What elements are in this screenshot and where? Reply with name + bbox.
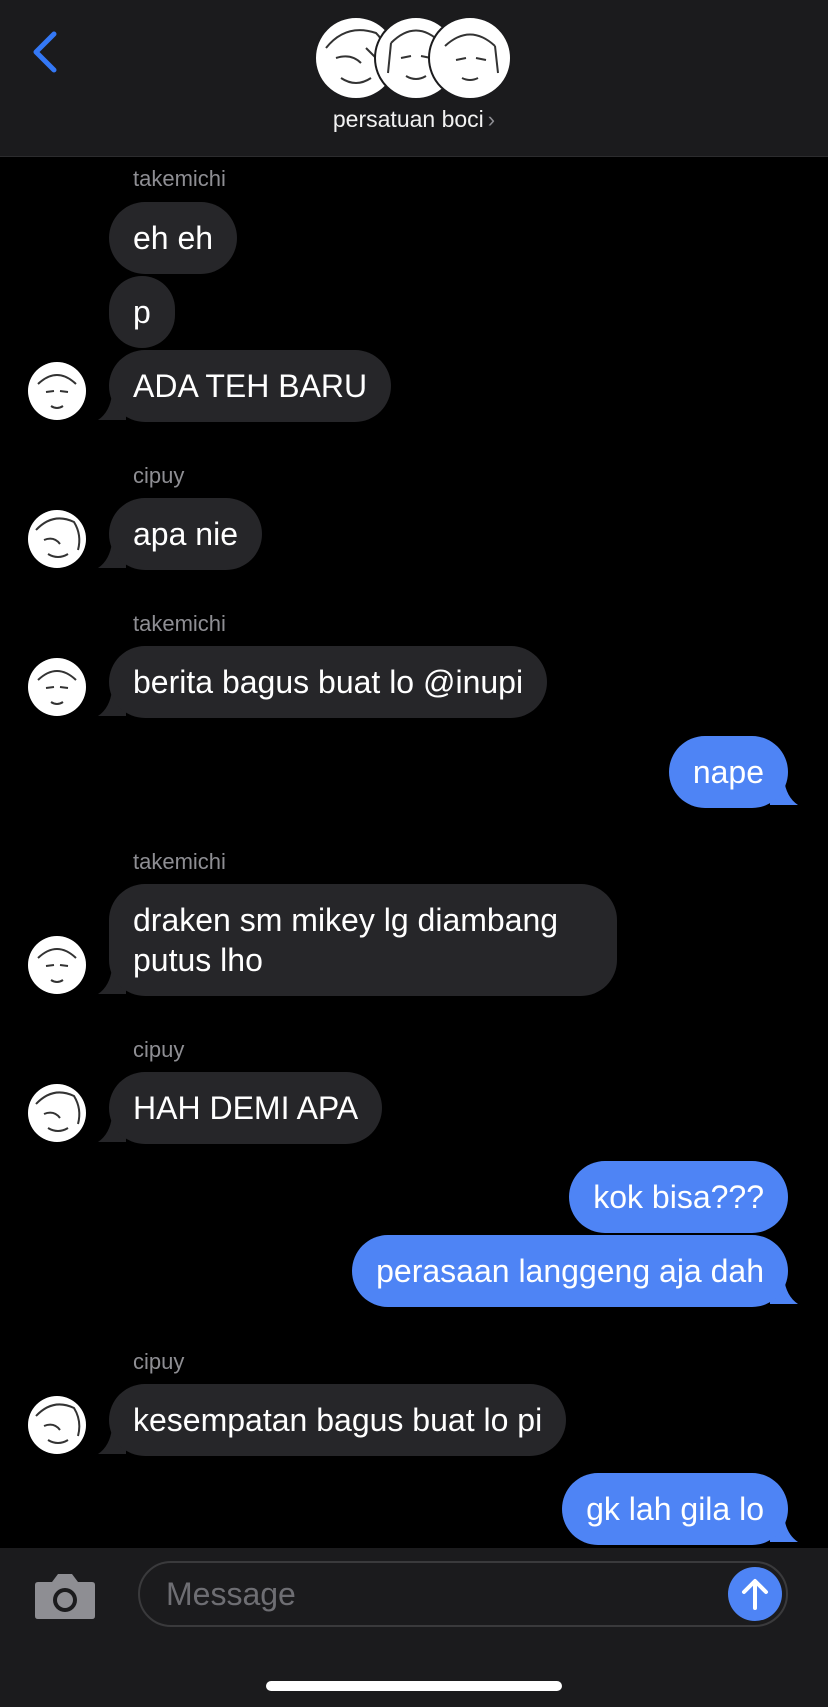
message-bubble-outgoing[interactable]: perasaan langgeng aja dah <box>352 1235 788 1307</box>
message-bubble-incoming[interactable]: p <box>109 276 175 348</box>
message-bubble-outgoing[interactable]: nape <box>668 736 788 808</box>
message-bubble-incoming[interactable]: eh eh <box>109 202 238 274</box>
sender-name: cipuy <box>133 1349 185 1374</box>
camera-icon <box>35 1574 95 1619</box>
message-bubble-outgoing[interactable]: kok bisa??? <box>569 1161 788 1233</box>
avatar <box>28 1396 86 1454</box>
avatar <box>28 1084 86 1142</box>
chat-header: persatuan boci › <box>0 0 828 157</box>
sender-name: takemichi <box>133 166 226 191</box>
message-input[interactable] <box>138 1561 788 1627</box>
message-bubble-incoming[interactable]: berita bagus buat lo @inupi <box>109 646 548 718</box>
arrow-up-icon <box>742 1579 768 1610</box>
home-indicator[interactable] <box>266 1681 562 1691</box>
avatar <box>28 658 86 716</box>
sender-name: cipuy <box>133 1037 185 1062</box>
send-button[interactable] <box>728 1567 782 1621</box>
avatar <box>28 510 86 568</box>
chevron-right-icon: › <box>487 107 496 132</box>
camera-button[interactable] <box>34 1570 96 1620</box>
back-button[interactable] <box>28 28 68 76</box>
avatar <box>28 936 86 994</box>
sender-name: cipuy <box>133 463 185 488</box>
message-bubble-incoming[interactable]: apa nie <box>109 498 262 570</box>
message-bubble-incoming[interactable]: ADA TEH BARU <box>109 350 392 422</box>
group-name-label: persatuan boci <box>332 106 484 132</box>
message-bubble-incoming[interactable]: HAH DEMI APA <box>109 1072 383 1144</box>
message-bubble-outgoing[interactable]: gk lah gila lo <box>562 1473 788 1545</box>
chevron-left-icon <box>33 31 57 73</box>
sender-name: takemichi <box>133 849 226 874</box>
message-bubble-incoming[interactable]: draken sm mikey lg diambang putus lho <box>109 884 617 996</box>
group-avatars[interactable] <box>314 16 514 100</box>
message-bubble-incoming[interactable]: kesempatan bagus buat lo pi <box>109 1384 567 1456</box>
sender-name: takemichi <box>133 611 226 636</box>
group-name[interactable]: persatuan boci › <box>0 106 828 133</box>
avatar <box>428 16 512 100</box>
avatar <box>28 362 86 420</box>
